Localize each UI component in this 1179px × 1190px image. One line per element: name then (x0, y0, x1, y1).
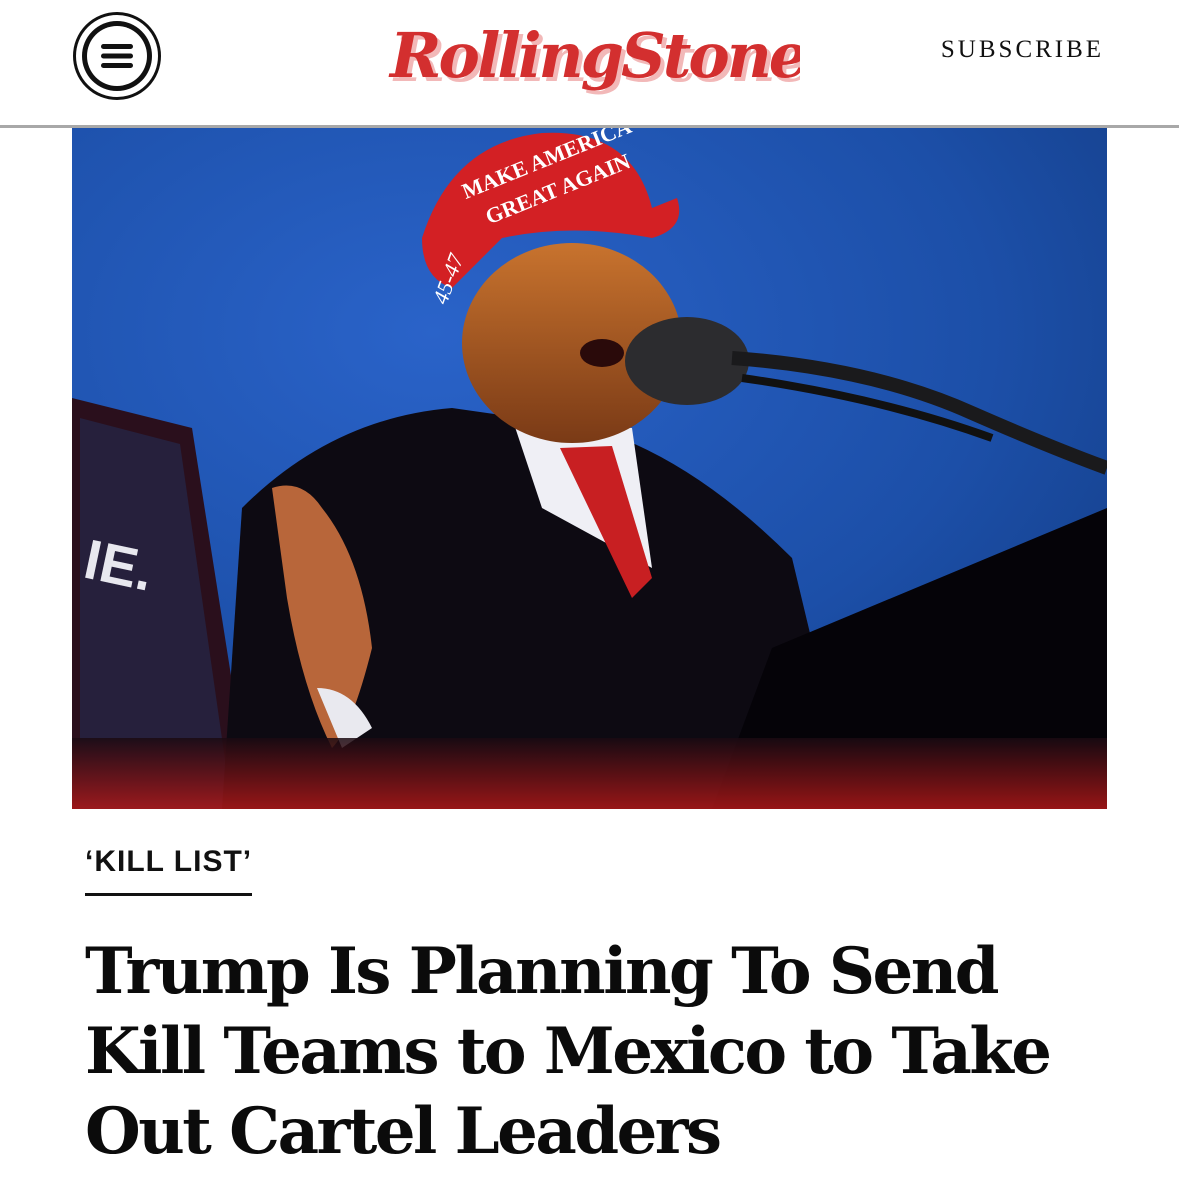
hamburger-menu-icon (87, 26, 147, 86)
site-header: RollingStone RollingStone SUBSCRIBE (0, 0, 1179, 128)
hero-illustration: IE. MAKE AMERICA GREAT AGAIN 45-47 (72, 128, 1107, 809)
rolling-stone-logo[interactable]: RollingStone RollingStone (380, 8, 800, 108)
article-headline[interactable]: Trump Is Planning To Send Kill Teams to … (85, 932, 1105, 1172)
menu-button[interactable] (73, 12, 161, 100)
logo-text: RollingStone (388, 19, 800, 92)
subscribe-link[interactable]: SUBSCRIBE (930, 36, 1115, 64)
article-kicker[interactable]: ‘KILL LIST’ (85, 845, 253, 896)
hero-image: IE. MAKE AMERICA GREAT AGAIN 45-47 (72, 128, 1107, 809)
